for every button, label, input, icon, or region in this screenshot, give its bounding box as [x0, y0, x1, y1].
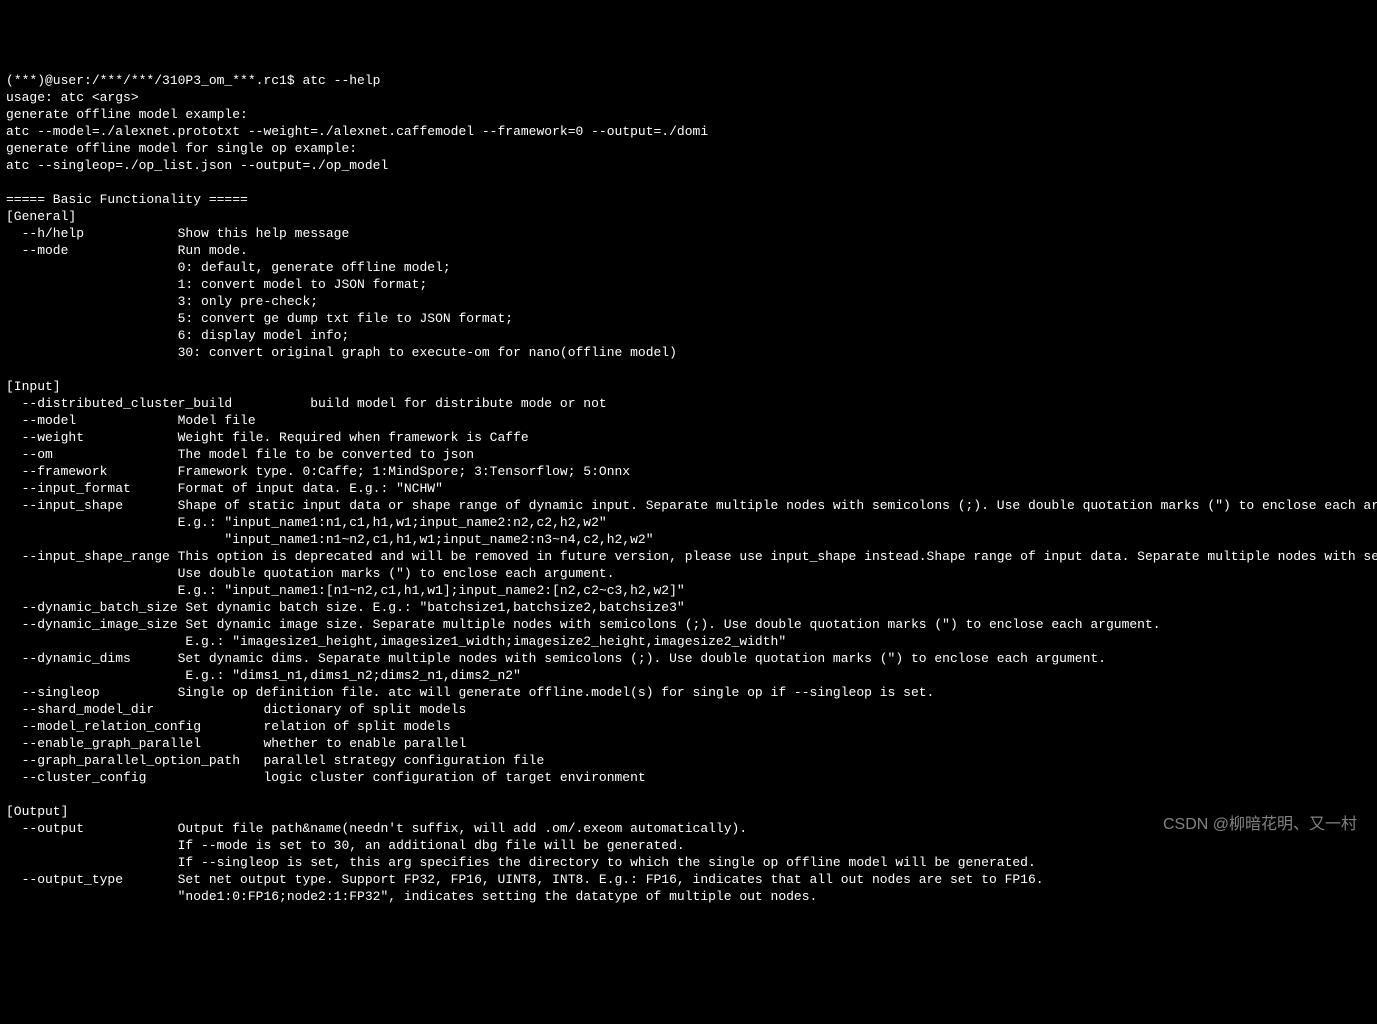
- group-header: [General]: [6, 209, 76, 224]
- option-detail: E.g.: "input_name1:n1,c1,h1,w1;input_nam…: [6, 515, 607, 530]
- option-detail: "input_name1:n1~n2,c1,h1,w1;input_name2:…: [6, 532, 654, 547]
- option-line: --shard_model_dir dictionary of split mo…: [6, 702, 466, 717]
- desc-line: generate offline model example:: [6, 107, 248, 122]
- option-line: --cluster_config logic cluster configura…: [6, 770, 646, 785]
- example-line: atc --singleop=./op_list.json --output=.…: [6, 158, 388, 173]
- option-detail: If --mode is set to 30, an additional db…: [6, 838, 685, 853]
- prompt-line: (***)@user:/***/***/310P3_om_***.rc1$ at…: [6, 73, 380, 88]
- option-line: --om The model file to be converted to j…: [6, 447, 474, 462]
- option-line: --h/help Show this help message: [6, 226, 349, 241]
- option-line: --mode Run mode.: [6, 243, 248, 258]
- group-header: [Input]: [6, 379, 61, 394]
- section-header: ===== Basic Functionality =====: [6, 192, 248, 207]
- option-line: --dynamic_image_size Set dynamic image s…: [6, 617, 1161, 632]
- option-detail: 3: only pre-check;: [6, 294, 318, 309]
- option-detail: Use double quotation marks (") to enclos…: [6, 566, 615, 581]
- option-line: --enable_graph_parallel whether to enabl…: [6, 736, 466, 751]
- watermark: CSDN @柳暗花明、又一村: [1163, 816, 1357, 833]
- option-line: --model_relation_config relation of spli…: [6, 719, 451, 734]
- option-line: --model Model file: [6, 413, 256, 428]
- option-line: --input_shape_range This option is depre…: [6, 549, 1377, 564]
- option-line: --framework Framework type. 0:Caffe; 1:M…: [6, 464, 630, 479]
- option-line: --weight Weight file. Required when fram…: [6, 430, 529, 445]
- option-line: --output_type Set net output type. Suppo…: [6, 872, 1044, 887]
- option-line: --singleop Single op definition file. at…: [6, 685, 934, 700]
- option-line: --graph_parallel_option_path parallel st…: [6, 753, 544, 768]
- option-line: --distributed_cluster_build build model …: [6, 396, 607, 411]
- option-line: --input_shape Shape of static input data…: [6, 498, 1377, 513]
- option-detail: 0: default, generate offline model;: [6, 260, 451, 275]
- option-detail: E.g.: "input_name1:[n1~n2,c1,h1,w1];inpu…: [6, 583, 685, 598]
- terminal-output[interactable]: (***)@user:/***/***/310P3_om_***.rc1$ at…: [6, 72, 1371, 905]
- option-detail: "node1:0:FP16;node2:1:FP32", indicates s…: [6, 889, 817, 904]
- option-line: --input_format Format of input data. E.g…: [6, 481, 443, 496]
- option-detail: 6: display model info;: [6, 328, 349, 343]
- option-line: --dynamic_batch_size Set dynamic batch s…: [6, 600, 685, 615]
- option-detail: 5: convert ge dump txt file to JSON form…: [6, 311, 513, 326]
- option-detail: E.g.: "dims1_n1,dims1_n2;dims2_n1,dims2_…: [6, 668, 521, 683]
- option-line: --output Output file path&name(needn't s…: [6, 821, 747, 836]
- option-detail: 1: convert model to JSON format;: [6, 277, 427, 292]
- option-detail: If --singleop is set, this arg specifies…: [6, 855, 1036, 870]
- example-line: atc --model=./alexnet.prototxt --weight=…: [6, 124, 708, 139]
- group-header: [Output]: [6, 804, 68, 819]
- desc-line: generate offline model for single op exa…: [6, 141, 357, 156]
- option-detail: E.g.: "imagesize1_height,imagesize1_widt…: [6, 634, 786, 649]
- usage-line: usage: atc <args>: [6, 90, 139, 105]
- option-line: --dynamic_dims Set dynamic dims. Separat…: [6, 651, 1106, 666]
- option-detail: 30: convert original graph to execute-om…: [6, 345, 677, 360]
